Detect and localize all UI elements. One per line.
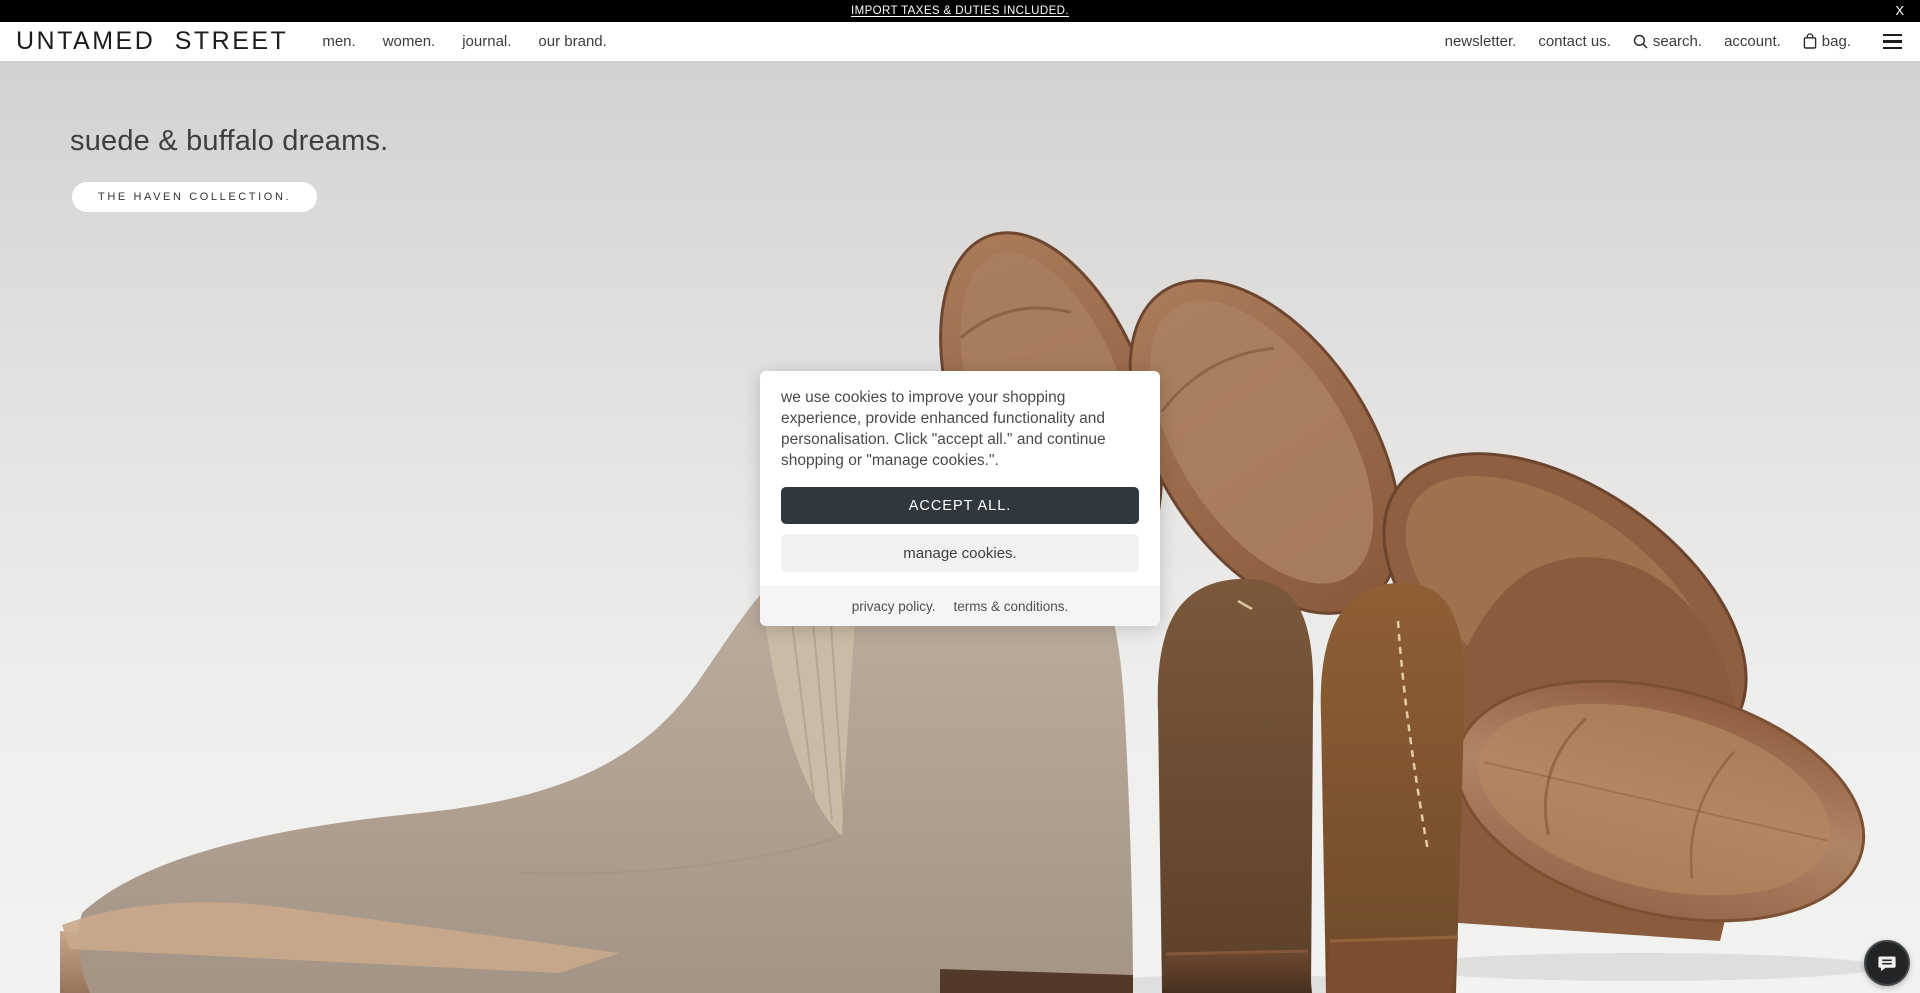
collection-cta-button[interactable]: THE HAVEN COLLECTION. <box>72 182 317 212</box>
nav-item-contact[interactable]: contact us. <box>1538 33 1611 50</box>
accept-all-button[interactable]: ACCEPT ALL. <box>781 487 1139 524</box>
nav-item-account[interactable]: account. <box>1724 33 1781 50</box>
utility-nav: newsletter. contact us. search. account.… <box>1445 30 1904 53</box>
nav-item-bag-label: bag. <box>1822 33 1851 50</box>
manage-cookies-button[interactable]: manage cookies. <box>781 534 1139 572</box>
terms-conditions-link[interactable]: terms & conditions. <box>953 599 1068 614</box>
logo[interactable]: UNTAMED STREET <box>16 27 288 56</box>
nav-item-search-label: search. <box>1653 33 1702 50</box>
close-icon[interactable]: X <box>1895 0 1904 22</box>
bag-icon <box>1803 33 1817 49</box>
nav-item-men[interactable]: men. <box>322 33 355 50</box>
cookie-modal-footer: privacy policy. terms & conditions. <box>760 586 1160 626</box>
chat-widget-button[interactable] <box>1864 940 1910 986</box>
cookie-consent-modal: we use cookies to improve your shopping … <box>760 371 1160 626</box>
hamburger-icon <box>1883 34 1902 36</box>
search-icon <box>1633 34 1648 49</box>
privacy-policy-link[interactable]: privacy policy. <box>852 599 936 614</box>
nav-item-journal[interactable]: journal. <box>462 33 511 50</box>
announcement-link[interactable]: IMPORT TAXES & DUTIES INCLUDED. <box>851 5 1069 17</box>
cookie-modal-body: we use cookies to improve your shopping … <box>760 371 1160 586</box>
nav-item-search[interactable]: search. <box>1633 33 1702 50</box>
nav-item-our-brand[interactable]: our brand. <box>538 33 606 50</box>
nav-item-newsletter[interactable]: newsletter. <box>1445 33 1517 50</box>
hero-heading: suede & buffalo dreams. <box>70 125 388 158</box>
primary-nav: men. women. journal. our brand. <box>322 33 606 50</box>
nav-item-bag[interactable]: bag. <box>1803 33 1851 50</box>
cookie-message: we use cookies to improve your shopping … <box>781 387 1139 471</box>
chat-icon <box>1876 952 1898 974</box>
site-header: UNTAMED STREET men. women. journal. our … <box>0 22 1920 61</box>
nav-item-women[interactable]: women. <box>383 33 436 50</box>
menu-button[interactable] <box>1881 30 1904 53</box>
announcement-banner: IMPORT TAXES & DUTIES INCLUDED. X <box>0 0 1920 22</box>
